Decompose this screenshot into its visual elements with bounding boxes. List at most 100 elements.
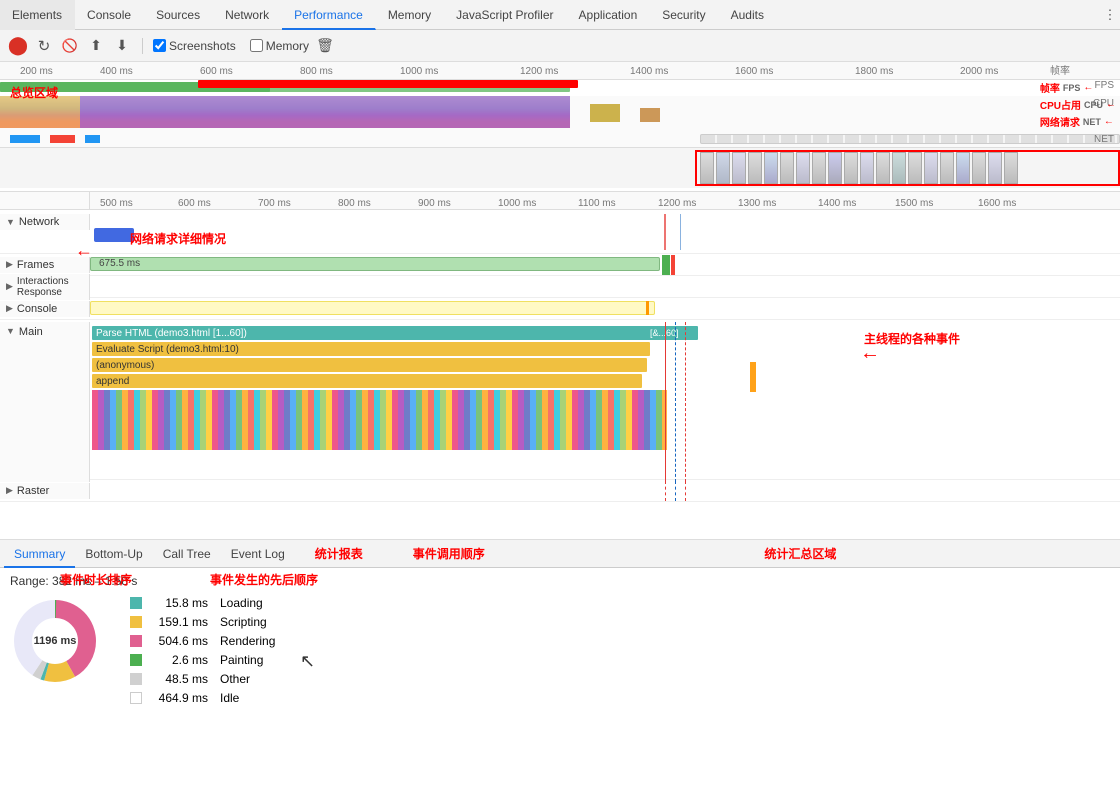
anonymous-bar[interactable]: (anonymous)	[92, 358, 647, 372]
vline-blue-1	[680, 214, 681, 250]
net-legend-label: 网络请求	[1040, 114, 1080, 129]
fps-arrow: ←	[1083, 82, 1093, 93]
legend-label-idle: Idle	[220, 691, 239, 705]
tab-audits[interactable]: Audits	[719, 0, 777, 30]
net-bar-1	[10, 135, 40, 143]
legend-painting: 2.6 ms Painting	[130, 653, 275, 667]
fps-legend-sub: FPS	[1063, 83, 1081, 93]
tab-network[interactable]: Network	[213, 0, 282, 30]
annotation-overview: 总览区域	[10, 84, 58, 101]
more-options-button[interactable]: ⋮	[1100, 5, 1120, 25]
tl-1100: 1100 ms	[578, 198, 616, 209]
legend-ms-scripting: 159.1 ms	[148, 615, 208, 629]
eval-script-bar[interactable]: Evaluate Script (demo3.html:10)	[92, 342, 650, 356]
tab-summary[interactable]: Summary	[4, 540, 75, 568]
tl-1000: 1000 ms	[498, 198, 536, 209]
annotation-event-time: 事件时长排序	[60, 571, 132, 588]
cpu-bar-violet	[80, 96, 570, 128]
net-bar-3	[85, 135, 100, 143]
network-bar-blue[interactable]	[94, 228, 134, 242]
tab-console[interactable]: Console	[75, 0, 144, 30]
tab-performance[interactable]: Performance	[282, 0, 376, 30]
ruler-label-400: 400 ms	[100, 66, 133, 77]
tab-elements[interactable]: Elements	[0, 0, 75, 30]
annotation-network-arrow: ←	[75, 240, 93, 261]
tab-application[interactable]: Application	[567, 0, 651, 30]
legend-color-other	[130, 673, 142, 685]
delete-button[interactable]: 🗑	[315, 36, 335, 56]
clear-button[interactable]: 🚫	[60, 36, 80, 56]
tab-security[interactable]: Security	[650, 0, 718, 30]
interactions-content	[90, 276, 1120, 297]
legend-label-rendering: Rendering	[220, 634, 275, 648]
tab-bottom-up[interactable]: Bottom-Up	[75, 540, 152, 568]
append-bar[interactable]: append	[92, 374, 642, 388]
raster-content	[90, 481, 1120, 501]
cpu-track: CPU	[0, 96, 1120, 132]
parse-html-bar[interactable]: Parse HTML (demo3.html [1...60])	[92, 326, 652, 340]
summary-panel: Range: 382 ms – 1.58 s 1196 ms	[0, 568, 1120, 788]
legend-idle: 464.9 ms Idle	[130, 691, 275, 705]
legend-ms-idle: 464.9 ms	[148, 691, 208, 705]
console-chevron[interactable]: ▶	[6, 303, 13, 314]
devtools-tabs: Elements Console Sources Network Perform…	[0, 0, 1120, 30]
tab-js-profiler[interactable]: JavaScript Profiler	[444, 0, 566, 30]
ruler-label-1600: 1600 ms	[735, 66, 773, 77]
fps-legend: 帧率 FPS ←	[1040, 80, 1116, 95]
legend-label-loading: Loading	[220, 596, 263, 610]
overview-section: 200 ms 400 ms 600 ms 800 ms 1000 ms 1200…	[0, 62, 1120, 192]
tab-event-log[interactable]: Event Log	[221, 540, 295, 568]
record-button[interactable]: ⬤	[8, 36, 28, 56]
anonymous-label: (anonymous)	[96, 360, 154, 371]
main-chevron[interactable]: ▼	[6, 326, 15, 336]
tab-memory[interactable]: Memory	[376, 0, 444, 30]
legend-list: 15.8 ms Loading 159.1 ms Scripting 504.6…	[130, 596, 275, 705]
tab-call-tree[interactable]: Call Tree	[153, 540, 221, 568]
ruler-label-1400: 1400 ms	[630, 66, 668, 77]
screenshots-checkbox-label[interactable]: Screenshots	[153, 39, 236, 53]
vline-raster-2	[675, 481, 676, 501]
tl-500: 500 ms	[100, 198, 133, 209]
annotation-stats-table: 统计报表	[315, 540, 363, 567]
frame-marker-green	[662, 255, 670, 275]
memory-checkbox-label[interactable]: Memory	[250, 39, 309, 53]
tl-800: 800 ms	[338, 198, 371, 209]
net-arrow: ←	[1104, 116, 1114, 127]
cpu-legend: CPU占用 CPU ←	[1040, 97, 1116, 112]
legend-ms-rendering: 504.6 ms	[148, 634, 208, 648]
ruler-label-1200: 1200 ms	[520, 66, 558, 77]
network-chevron[interactable]: ▼	[6, 217, 15, 227]
network-content	[90, 214, 1120, 250]
console-bar	[90, 301, 655, 315]
screenshots-label: Screenshots	[169, 39, 236, 53]
donut-total: 1196 ms	[34, 635, 77, 647]
frames-chevron[interactable]: ▶	[6, 259, 13, 270]
console-row-text: Console	[17, 303, 57, 315]
upload-button[interactable]: ⬆	[86, 36, 106, 56]
reload-button[interactable]: ↻	[34, 36, 54, 56]
cpu-spike-2	[640, 108, 660, 122]
frames-content: 675.5 ms	[90, 255, 1120, 275]
parse-html-label: Parse HTML (demo3.html [1...60])	[96, 328, 247, 339]
legend-rendering: 504.6 ms Rendering	[130, 634, 275, 648]
cpu-legend-label: CPU占用	[1040, 97, 1081, 112]
console-row: ▶ Console	[0, 298, 1120, 320]
raster-chevron[interactable]: ▶	[6, 485, 13, 496]
vline-main-2	[675, 322, 676, 482]
ruler-label-fps: 帧率	[1050, 62, 1070, 77]
screenshots-checkbox[interactable]	[153, 39, 166, 52]
ruler-label-200: 200 ms	[20, 66, 53, 77]
annotation-summary-area: 统计汇总区域	[485, 540, 1116, 567]
tab-sources[interactable]: Sources	[144, 0, 213, 30]
memory-checkbox[interactable]	[250, 39, 263, 52]
legend-scripting: 159.1 ms Scripting	[130, 615, 275, 629]
console-marker	[646, 301, 649, 315]
annotation-network: 网络请求详细情况	[130, 230, 226, 247]
interactions-row: ▶ Interactions Response	[0, 276, 1120, 298]
download-button[interactable]: ⬇	[112, 36, 132, 56]
frames-bar: 675.5 ms	[90, 257, 660, 271]
parse-html-bar-2[interactable]: [&...60]	[648, 326, 698, 340]
interactions-chevron[interactable]: ▶	[6, 281, 13, 292]
ruler-label-2000: 2000 ms	[960, 66, 998, 77]
annotation-main-arrow: ←	[860, 342, 880, 365]
